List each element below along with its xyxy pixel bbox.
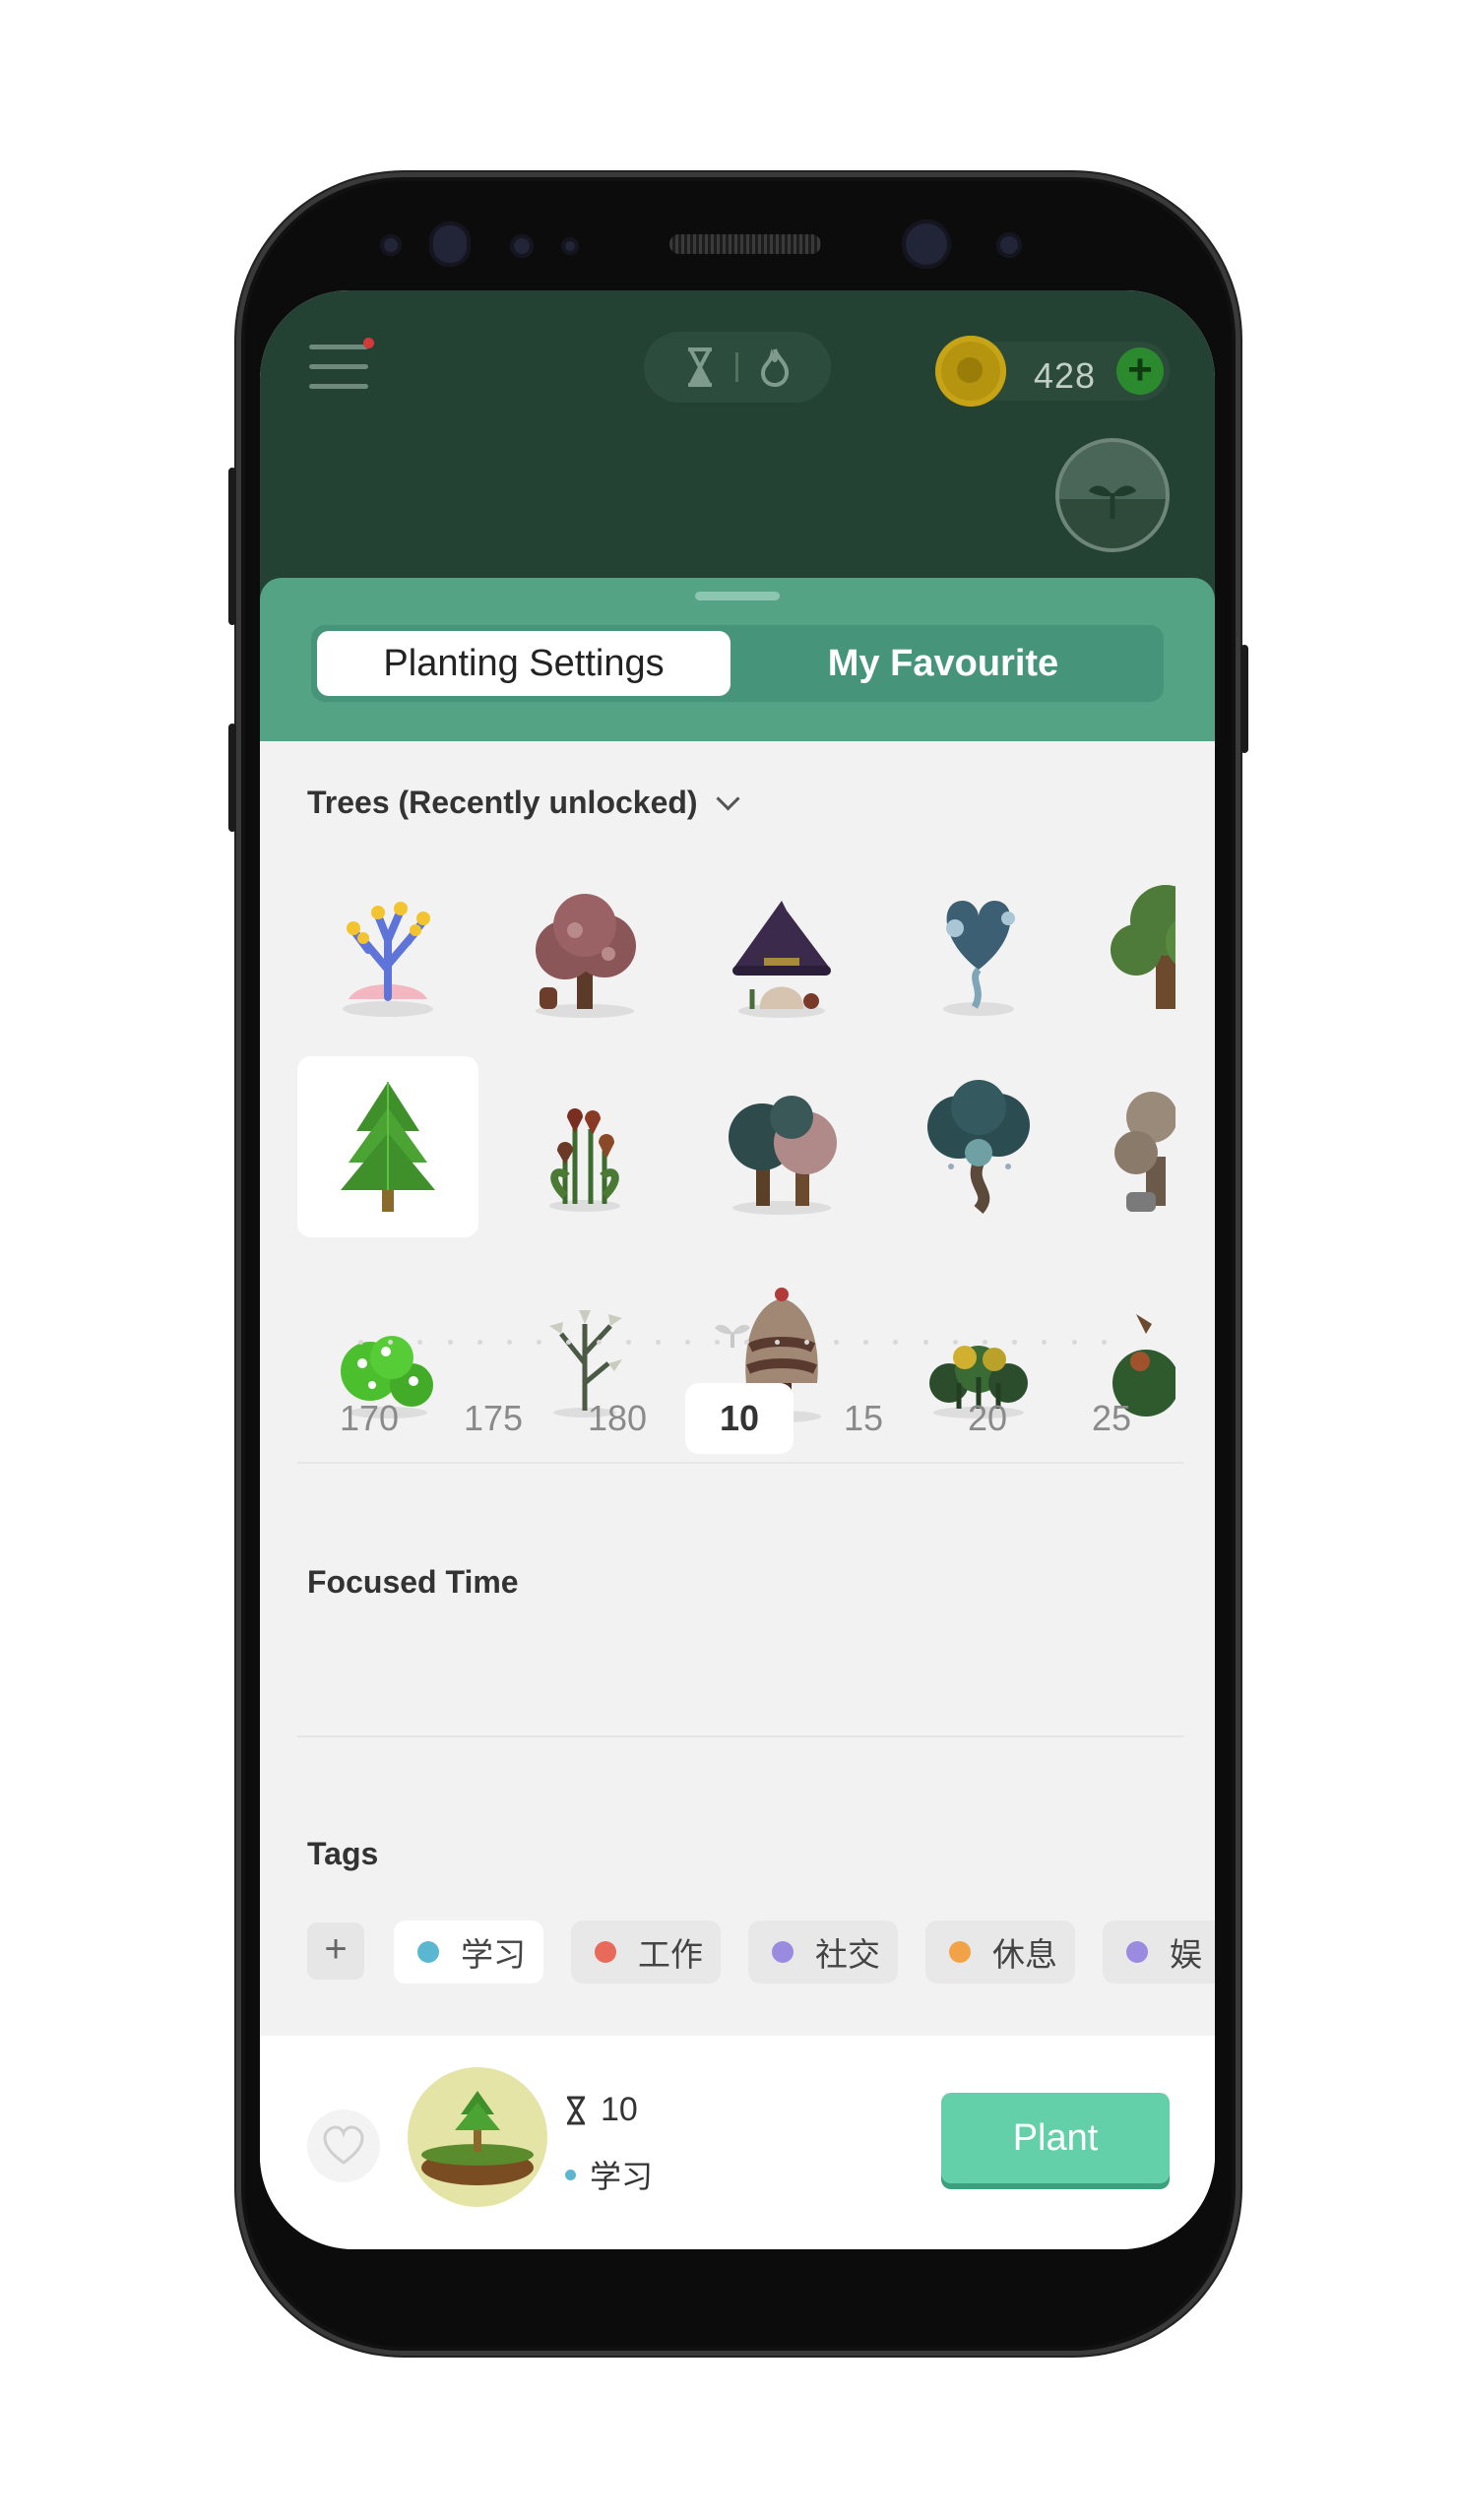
- tab-switcher: Planting Settings My Favourite: [311, 625, 1164, 702]
- tree-witch-hat-mushroom[interactable]: [691, 859, 872, 1040]
- led-sensor: [561, 237, 579, 255]
- coin-icon: [935, 336, 1006, 407]
- top-bar: 428 +: [260, 290, 1215, 605]
- tag-label: 休息: [992, 1936, 1057, 1973]
- tree-preview: [408, 2067, 547, 2207]
- app-screen: 428 + Planting Settings My Favourite Tre…: [260, 290, 1215, 2249]
- tag-color-dot: [595, 1941, 616, 1963]
- flame-icon[interactable]: [760, 347, 790, 387]
- tree-willow[interactable]: [1085, 859, 1175, 1040]
- hourglass-icon[interactable]: [686, 347, 714, 387]
- pine-tree-icon: [455, 2091, 500, 2152]
- notification-dot: [363, 338, 374, 348]
- plant-button[interactable]: Plant: [941, 2093, 1170, 2183]
- focused-time-title: Focused Time: [307, 1564, 519, 1600]
- tag-label: 社交: [815, 1936, 880, 1973]
- selected-time: 10: [565, 2091, 638, 2129]
- volume-button: [228, 468, 236, 625]
- favourite-button[interactable]: [307, 2110, 380, 2182]
- earpiece-speaker: [669, 234, 821, 254]
- time-option[interactable]: 25: [1057, 1383, 1166, 1454]
- tags-title: Tags: [307, 1836, 379, 1871]
- front-camera: [902, 220, 951, 269]
- iris-camera: [996, 232, 1022, 258]
- power-button: [1240, 645, 1248, 753]
- settings-content: Trees (Recently unlocked) Focused Time 1…: [260, 741, 1215, 2021]
- sprout-marker-icon: [711, 1318, 754, 1354]
- add-tag-button[interactable]: +: [307, 1922, 364, 1980]
- tree-tulips[interactable]: [494, 1056, 675, 1237]
- coin-count: 428: [1034, 355, 1097, 396]
- tag-rest[interactable]: 休息: [925, 1921, 1075, 1984]
- time-option[interactable]: 180: [563, 1383, 671, 1454]
- tag-color-dot: [949, 1941, 971, 1963]
- tag-study[interactable]: 学习: [394, 1921, 543, 1984]
- plus-icon[interactable]: +: [1116, 347, 1164, 395]
- tag-color-dot: [772, 1941, 794, 1963]
- hourglass-icon: [567, 2096, 585, 2124]
- iris-sensor: [429, 221, 471, 267]
- time-option[interactable]: 170: [315, 1383, 423, 1454]
- section-divider: [297, 1462, 1183, 1464]
- tag-entertainment[interactable]: 娱: [1103, 1921, 1215, 1984]
- tree-twin[interactable]: [691, 1056, 872, 1237]
- proximity-sensor: [380, 234, 402, 256]
- trees-dropdown[interactable]: Trees (Recently unlocked): [307, 785, 740, 821]
- selected-tag: 学习: [565, 2152, 653, 2197]
- trees-section-title: Trees (Recently unlocked): [307, 785, 698, 820]
- tree-pine[interactable]: [297, 1056, 478, 1237]
- time-option[interactable]: 175: [439, 1383, 547, 1454]
- tag-label: 学习: [461, 1936, 526, 1973]
- tag-social[interactable]: 社交: [748, 1921, 898, 1984]
- light-sensor: [510, 234, 534, 258]
- time-option[interactable]: 15: [809, 1383, 918, 1454]
- coin-balance[interactable]: 428 +: [935, 336, 1170, 407]
- selected-time-value: 10: [601, 2091, 638, 2128]
- tag-label: 娱: [1170, 1936, 1202, 1973]
- selected-tag-label: 学习: [590, 2159, 654, 2194]
- tree-pink-blossom[interactable]: [494, 859, 675, 1040]
- chevron-down-icon: [716, 787, 740, 811]
- divider-line: [734, 352, 738, 382]
- time-option[interactable]: 20: [933, 1383, 1042, 1454]
- tag-work[interactable]: 工作: [571, 1921, 721, 1984]
- mode-toggle[interactable]: [644, 332, 831, 403]
- tag-color-dot: [1126, 1941, 1148, 1963]
- menu-icon[interactable]: [309, 338, 374, 394]
- time-selector[interactable]: 170 175 180 10 15 20 25: [260, 1383, 1215, 1454]
- tree-coral-bush[interactable]: [297, 859, 478, 1040]
- heart-icon: [323, 2125, 364, 2165]
- tab-my-favourite[interactable]: My Favourite: [736, 631, 1150, 696]
- drag-handle[interactable]: [695, 592, 780, 600]
- bixby-button: [228, 724, 236, 832]
- tag-color-dot: [565, 2169, 576, 2180]
- tree-bonsai[interactable]: [1085, 1056, 1175, 1237]
- tag-color-dot: [417, 1941, 439, 1963]
- section-divider: [297, 1735, 1183, 1737]
- bottom-bar: 10 学习 Plant: [260, 2036, 1215, 2249]
- tree-lantern[interactable]: [888, 1056, 1069, 1237]
- tag-label: 工作: [638, 1936, 703, 1973]
- tree-heart-fountain[interactable]: [888, 859, 1069, 1040]
- sprout-icon[interactable]: [1055, 438, 1170, 552]
- sheet-header: Planting Settings My Favourite: [260, 578, 1215, 741]
- tab-planting-settings[interactable]: Planting Settings: [317, 631, 730, 696]
- time-option-selected[interactable]: 10: [685, 1383, 794, 1454]
